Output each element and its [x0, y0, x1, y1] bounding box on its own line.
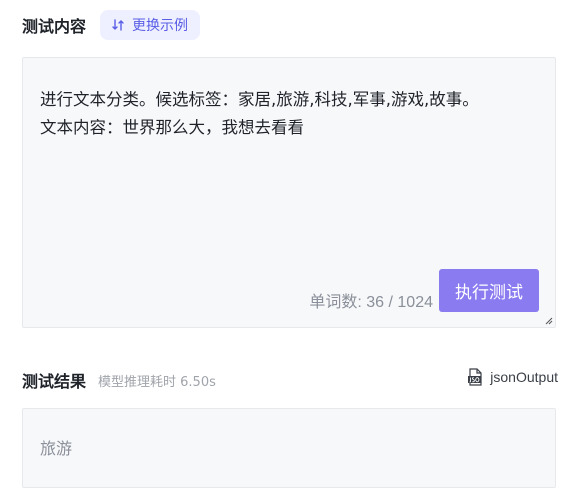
swap-example-button[interactable]: 更换示例 — [100, 10, 201, 40]
json-icon — [468, 368, 482, 386]
swap-icon — [112, 19, 124, 31]
resize-handle-icon[interactable] — [543, 315, 553, 325]
json-output-label: jsonOutput — [490, 369, 558, 385]
swap-example-label: 更换示例 — [132, 18, 189, 34]
test-input-text[interactable]: 进行文本分类。候选标签：家居,旅游,科技,军事,游戏,故事。 文本内容：世界那么… — [40, 86, 550, 142]
word-count: 单词数: 36 / 1024 — [309, 294, 433, 311]
inference-time: 模型推理耗时 6.50s — [98, 374, 216, 390]
json-output-toggle[interactable]: jsonOutput — [466, 368, 558, 386]
test-content-header: 测试内容 更换示例 — [22, 10, 201, 40]
test-result-output: 旅游 — [22, 408, 556, 488]
test-result-text: 旅游 — [40, 439, 73, 458]
run-test-button[interactable]: 执行测试 — [439, 269, 539, 312]
test-input-textarea[interactable]: 进行文本分类。候选标签：家居,旅游,科技,军事,游戏,故事。 文本内容：世界那么… — [22, 57, 556, 328]
test-result-title: 测试结果 — [22, 372, 87, 391]
test-content-title: 测试内容 — [22, 17, 87, 36]
test-result-header: 测试结果 模型推理耗时 6.50s — [22, 368, 216, 392]
